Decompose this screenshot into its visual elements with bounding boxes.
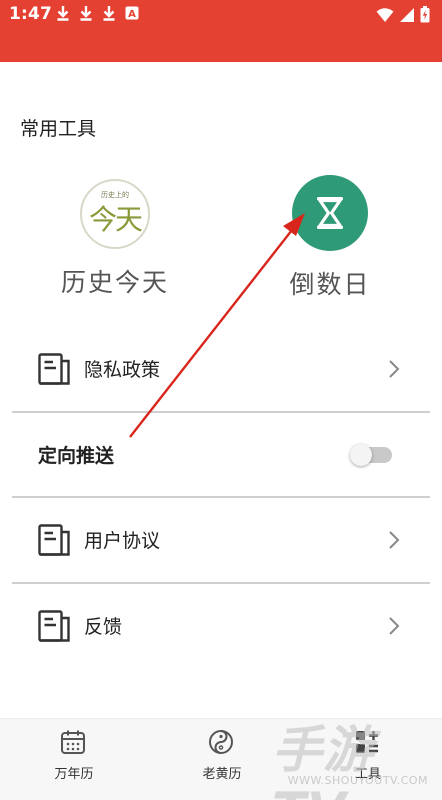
history-today-icon: 历史上的 今天 (80, 179, 150, 249)
user-agreement-row[interactable]: 用户协议 (12, 498, 430, 582)
tool-label-countdown: 倒数日 (289, 270, 371, 299)
privacy-policy-row[interactable]: 隐私政策 (12, 327, 430, 411)
hourglass-icon (292, 175, 368, 251)
feedback-row[interactable]: 反馈 (12, 584, 430, 668)
privacy-policy-label: 隐私政策 (84, 359, 161, 381)
status-system-icons (376, 6, 430, 23)
a-badge-icon: A (125, 6, 139, 20)
wifi-icon (376, 7, 394, 22)
tab-almanac[interactable]: 老黄历 (172, 719, 272, 800)
status-notification-icons: A (56, 5, 139, 21)
chevron-right-icon (389, 617, 400, 635)
calendar-icon (61, 730, 85, 754)
download-icon (80, 6, 92, 21)
tab-tools[interactable]: 工具 (318, 719, 418, 800)
document-icon (38, 353, 70, 385)
tool-countdown[interactable]: 倒数日 (250, 175, 410, 301)
yin-yang-icon (209, 730, 233, 754)
app-screen: 1:47 A 常用工具 历史上的 今天 历史今天 倒数日 隐私政策 定向推送 用… (0, 0, 442, 800)
feedback-label: 反馈 (84, 616, 123, 638)
targeted-push-label: 定向推送 (38, 445, 115, 467)
signal-icon (400, 7, 414, 22)
history-icon-big-text: 今天 (88, 203, 143, 236)
document-icon (38, 524, 70, 556)
tab-calendar[interactable]: 万年历 (24, 719, 124, 800)
document-icon (38, 610, 70, 642)
download-icon (103, 6, 115, 21)
chevron-right-icon (389, 531, 400, 549)
tab-tools-label: 工具 (354, 767, 381, 782)
targeted-push-row: 定向推送 (12, 413, 430, 497)
targeted-push-toggle[interactable] (350, 444, 392, 466)
battery-charging-icon (420, 6, 430, 23)
status-bar: 1:47 A (0, 0, 442, 62)
status-time: 1:47 (9, 4, 53, 24)
tool-label-history-today: 历史今天 (60, 268, 169, 297)
toggle-knob (350, 444, 372, 466)
tools-grid-icon (356, 731, 378, 753)
section-title: 常用工具 (20, 118, 97, 140)
chevron-right-icon (389, 360, 400, 378)
tab-almanac-label: 老黄历 (202, 767, 242, 782)
bottom-tab-bar: 万年历 老黄历 工具 (0, 718, 442, 800)
user-agreement-label: 用户协议 (84, 530, 161, 552)
download-icon (57, 6, 69, 21)
tab-calendar-label: 万年历 (54, 767, 94, 782)
tool-history-today[interactable]: 历史上的 今天 历史今天 (35, 175, 195, 299)
a-badge-text: A (128, 9, 136, 20)
